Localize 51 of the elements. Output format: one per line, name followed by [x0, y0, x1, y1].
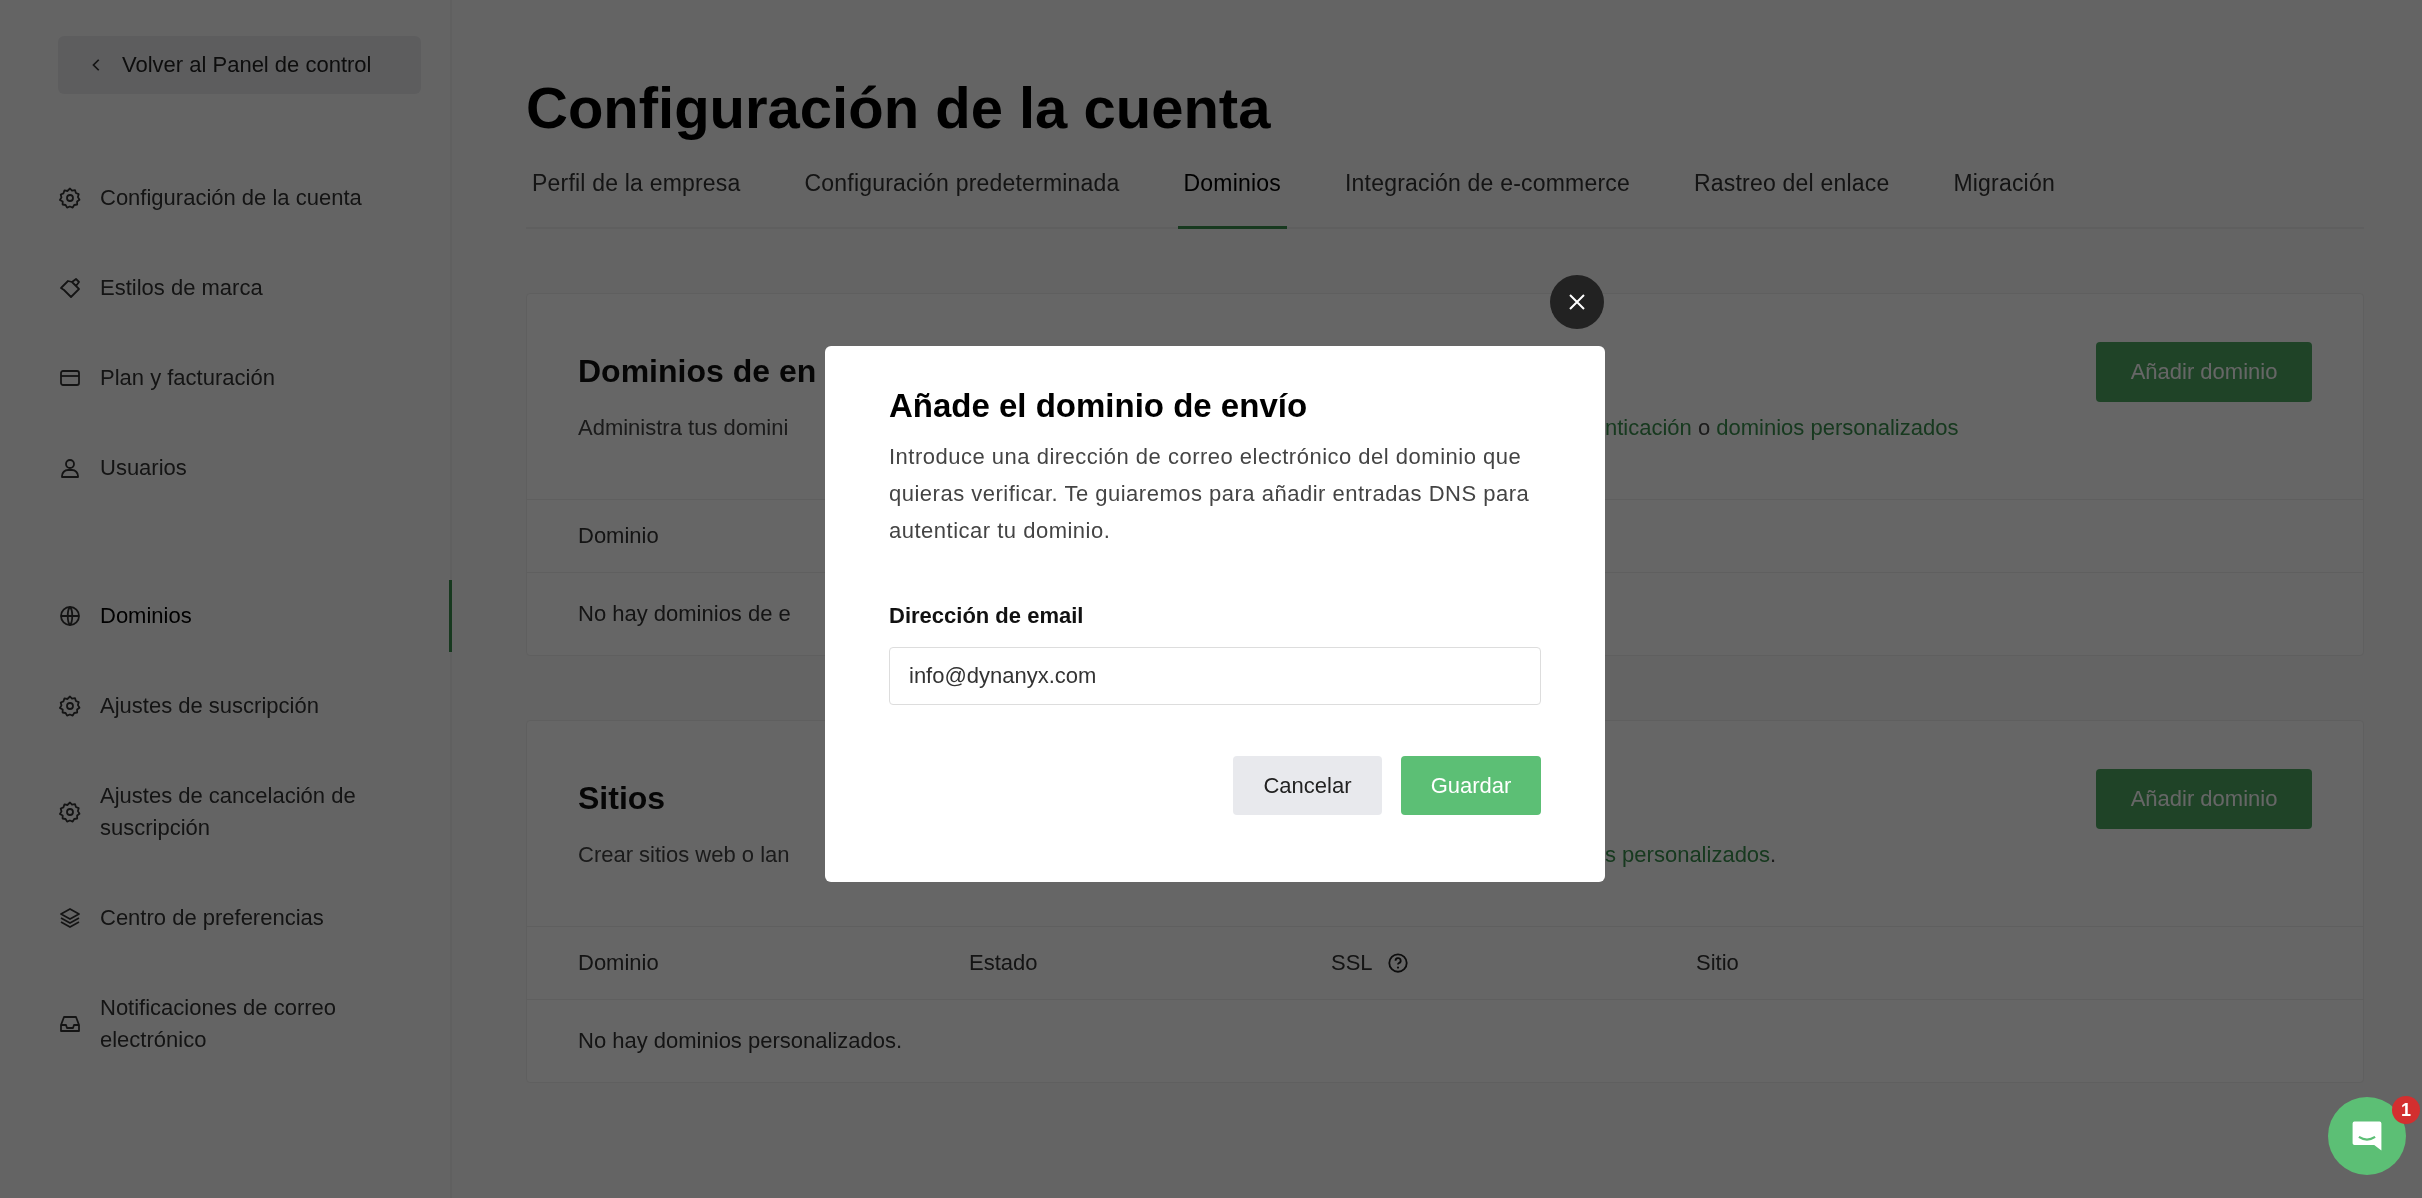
notification-badge: 1	[2392, 1096, 2420, 1124]
sidebar-item[interactable]: Notificaciones de correo electrónico	[58, 992, 398, 1056]
close-icon	[1567, 292, 1587, 312]
dialog-text: Introduce una dirección de correo electrónico del dominio que quieras verificar. Te guiaremos para añadir entradas DNS para autenticar tu dominio.	[889, 443, 1531, 545]
empty-message: No hay dominios de e	[578, 601, 791, 627]
column-header: SSL	[1331, 950, 1373, 976]
page-title: Configuración de la cuenta	[526, 74, 1272, 142]
link[interactable]: nticación	[1605, 415, 1692, 440]
globe-icon	[58, 604, 82, 628]
description-text: Administra tus domini	[578, 414, 790, 442]
column-header: Dominio	[578, 950, 659, 976]
tab[interactable]: Configuración predeterminada	[798, 168, 1126, 229]
layers-icon	[58, 906, 82, 930]
close-button[interactable]	[1550, 275, 1604, 329]
dialog-title: Añade el dominio de envío	[889, 386, 1309, 426]
sidebar-item[interactable]: Configuración de la cuenta	[58, 182, 398, 214]
tab[interactable]: Perfil de la empresa	[526, 168, 747, 229]
column-header: Sitio	[1696, 950, 1739, 976]
gear-icon	[58, 800, 82, 824]
sidebar-item[interactable]: Usuarios	[58, 452, 398, 484]
save-button[interactable]: Guardar	[1401, 756, 1541, 815]
description-text: o	[1696, 415, 1712, 440]
tab[interactable]: Rastreo del enlace	[1688, 168, 1896, 229]
tab[interactable]: Dominios	[1177, 168, 1288, 229]
cancel-button[interactable]: Cancelar	[1233, 756, 1382, 815]
help-icon	[1386, 952, 1409, 974]
tab[interactable]: Integración de e-commerce	[1339, 168, 1636, 229]
brush-icon	[58, 276, 82, 300]
gear-icon	[58, 186, 82, 210]
column-header: Estado	[969, 950, 1038, 976]
sidebar-item[interactable]: Centro de preferencias	[58, 902, 398, 934]
gear-icon	[58, 694, 82, 718]
field-label: Dirección de email	[889, 602, 1085, 630]
card-title: Dominios de en	[578, 352, 817, 391]
sidebar-item[interactable]: Plan y facturación	[58, 362, 398, 394]
link[interactable]: dominios personalizados	[1716, 415, 1959, 440]
card-title: Sitios	[578, 779, 666, 818]
email-field[interactable]: info@dynanyx.com	[889, 647, 1541, 705]
description-text: Crear sitios web o lan	[578, 841, 791, 869]
description-text: .	[1770, 842, 1777, 867]
tab[interactable]: Migración	[1947, 168, 2061, 229]
add-domain-button[interactable]: Añadir dominio	[2096, 769, 2312, 829]
sidebar-item[interactable]: Ajustes de cancelación de suscripción	[58, 780, 398, 844]
empty-message: No hay dominios personalizados.	[578, 1028, 903, 1054]
column-header: Dominio	[578, 523, 659, 549]
link[interactable]: s personalizados	[1605, 842, 1771, 867]
sidebar-item[interactable]: Ajustes de suscripción	[58, 690, 398, 722]
sidebar-item[interactable]: Estilos de marca	[58, 272, 398, 304]
user-icon	[58, 456, 82, 480]
back-button[interactable]: Volver al Panel de control	[58, 36, 421, 94]
add-domain-button[interactable]: Añadir dominio	[2096, 342, 2312, 402]
